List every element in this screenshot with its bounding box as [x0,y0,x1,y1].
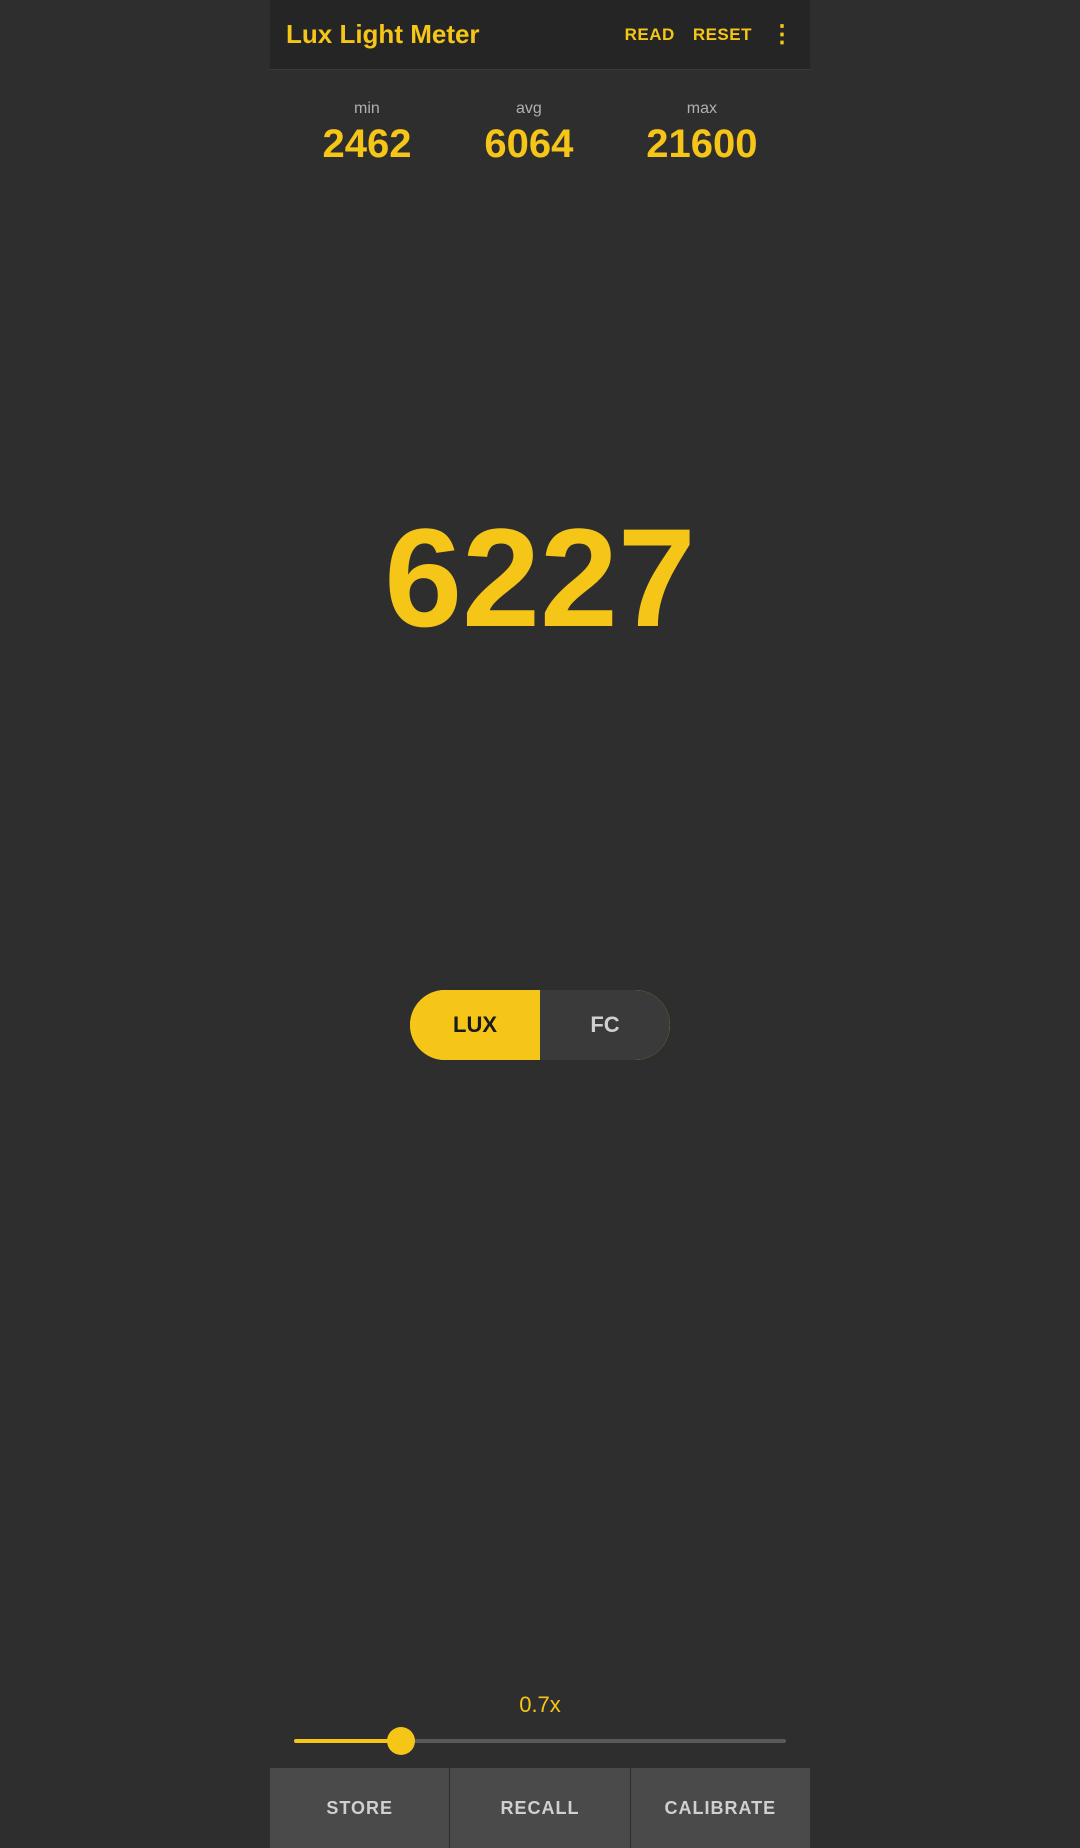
app-title: Lux Light Meter [286,19,625,50]
lux-unit-button[interactable]: LUX [410,990,540,1060]
stat-avg: avg 6064 [484,100,573,167]
min-value: 2462 [322,122,411,167]
multiplier-value: 0.7x [519,1692,561,1718]
unit-toggle[interactable]: LUX FC [410,990,670,1060]
max-label: max [687,100,717,118]
calibration-slider[interactable] [294,1739,786,1743]
app-bar: Lux Light Meter READ RESET ⋮ [270,0,810,70]
stats-row: min 2462 avg 6064 max 21600 [286,100,794,167]
store-button[interactable]: STORE [270,1768,450,1848]
main-reading-value: 6227 [384,508,695,648]
main-reading-container: 6227 [286,207,794,950]
calibrate-button[interactable]: CALIBRATE [631,1768,810,1848]
stat-min: min 2462 [322,100,411,167]
avg-label: avg [516,100,542,118]
avg-value: 6064 [484,122,573,167]
recall-button[interactable]: RECALL [450,1768,630,1848]
read-button[interactable]: READ [625,25,675,45]
stat-max: max 21600 [646,100,757,167]
multiplier-section: 0.7x [286,1692,794,1768]
fc-unit-button[interactable]: FC [540,990,670,1060]
app-bar-actions: READ RESET ⋮ [625,20,794,49]
main-content: min 2462 avg 6064 max 21600 6227 LUX FC … [270,70,810,1768]
overflow-menu-button[interactable]: ⋮ [770,20,794,49]
reset-button[interactable]: RESET [693,25,752,45]
min-label: min [354,100,380,118]
slider-container [286,1730,794,1748]
max-value: 21600 [646,122,757,167]
bottom-bar: STORE RECALL CALIBRATE [270,1768,810,1848]
